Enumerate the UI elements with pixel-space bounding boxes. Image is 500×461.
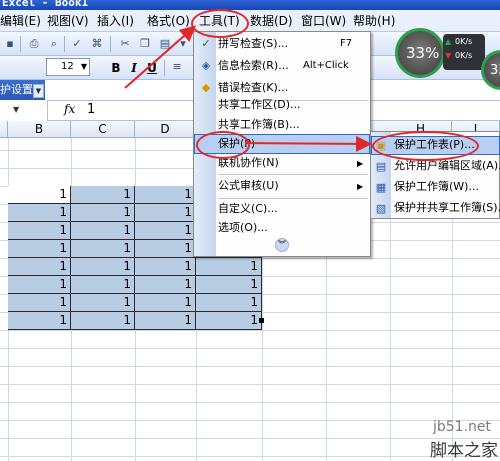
upload-arrow-icon: ▲: [445, 37, 452, 46]
cpu-gauge: 33%: [395, 28, 445, 78]
watermark-name: 脚本之家: [430, 441, 498, 461]
watermark-site: jb51.net: [433, 419, 492, 435]
gauge-percent: 33%: [406, 44, 440, 62]
gauge-percent: 33: [490, 63, 500, 78]
network-speed-panel: 0K/s 0K/s ▲ ▼: [443, 34, 485, 70]
download-speed: 0K/s: [455, 51, 473, 60]
upload-speed: 0K/s: [455, 37, 473, 46]
download-arrow-icon: ▼: [445, 51, 452, 60]
